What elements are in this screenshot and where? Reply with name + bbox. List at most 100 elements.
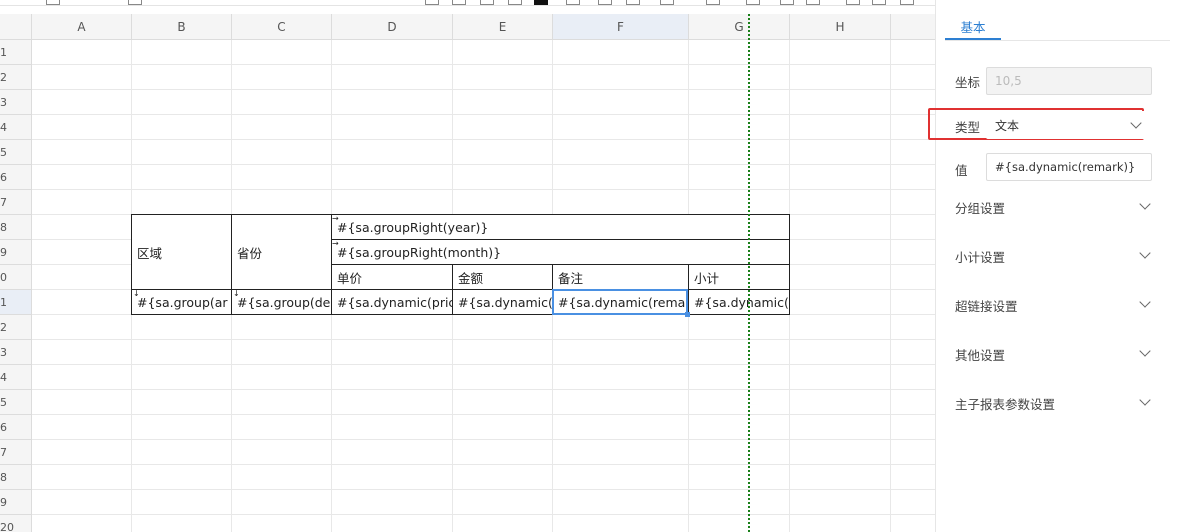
row-header[interactable]: 7 [0, 190, 32, 215]
type-select[interactable]: 文本 [986, 111, 1152, 139]
column-header-b[interactable]: B [132, 14, 232, 40]
gridline [32, 164, 935, 165]
row-header[interactable]: 8 [0, 465, 32, 490]
cell-g10-subtotal[interactable]: 小计 [689, 265, 789, 289]
column-header-e[interactable]: E [453, 14, 553, 40]
cell-d11[interactable]: #{sa.dynamic(pric [332, 290, 452, 314]
border-icon[interactable] [598, 0, 612, 5]
column-header-f[interactable]: F [553, 14, 689, 40]
row-header[interactable]: 5 [0, 140, 32, 165]
fill-color-icon[interactable] [566, 0, 580, 5]
section-label: 主子报表参数设置 [955, 397, 1056, 412]
value-input[interactable]: #{sa.dynamic(remark)} [986, 153, 1152, 181]
cell-c11[interactable]: #{sa.group(de [232, 290, 331, 314]
value-label: 值 [955, 163, 968, 178]
gridline [32, 389, 935, 390]
section-hyperlink-settings[interactable]: 超链接设置 [955, 296, 1155, 315]
cell-g11[interactable]: #{sa.dynamic( [689, 290, 789, 314]
italic-icon[interactable] [452, 0, 466, 5]
row-header[interactable]: 0 [0, 265, 32, 290]
toolbar-icon[interactable] [128, 0, 142, 5]
type-select-value: 文本 [995, 118, 1020, 133]
gridline [32, 114, 935, 115]
underline-icon[interactable] [480, 0, 494, 5]
fill-handle[interactable] [685, 312, 690, 317]
spreadsheet-area[interactable]: A B C D E F G H 1 2 3 4 5 6 7 8 9 0 1 2 … [0, 0, 935, 532]
column-header-g[interactable]: G [689, 14, 790, 40]
toolbar-icon[interactable] [46, 0, 60, 5]
expand-right-icon: → [332, 214, 339, 223]
cell-d8-year[interactable]: #{sa.groupRight(year)} [332, 215, 789, 239]
row-header[interactable]: 1 [0, 40, 32, 65]
row-header[interactable]: 4 [0, 115, 32, 140]
table-border [131, 214, 132, 315]
chevron-down-icon [1139, 247, 1151, 259]
row-header[interactable]: 2 [0, 315, 32, 340]
gridline [32, 339, 935, 340]
table-border [688, 264, 689, 315]
column-header-c[interactable]: C [232, 14, 332, 40]
freeze-icon[interactable] [780, 0, 794, 5]
row-header[interactable]: 5 [0, 390, 32, 415]
valign-icon[interactable] [706, 0, 720, 5]
row-header[interactable]: 6 [0, 415, 32, 440]
font-color-icon[interactable] [534, 0, 548, 5]
column-header-h[interactable]: H [790, 14, 891, 40]
row-header[interactable]: 6 [0, 165, 32, 190]
chart-icon[interactable] [872, 0, 886, 5]
row-header[interactable]: 3 [0, 90, 32, 115]
table-border [452, 264, 453, 315]
row-header[interactable]: 3 [0, 340, 32, 365]
section-other-settings[interactable]: 其他设置 [955, 345, 1155, 364]
section-subreport-params[interactable]: 主子报表参数设置 [955, 394, 1155, 413]
section-label: 分组设置 [955, 201, 1006, 216]
row-header[interactable]: 9 [0, 490, 32, 515]
page-break-line [748, 14, 750, 532]
cell-b8-region[interactable]: 区域 [132, 215, 231, 289]
column-header-a[interactable]: A [32, 14, 132, 40]
type-label: 类型 [955, 120, 981, 135]
formula-icon[interactable] [806, 0, 820, 5]
chevron-down-icon [1139, 296, 1151, 308]
cell-f10-remark[interactable]: 备注 [553, 265, 688, 289]
table-border [131, 289, 790, 290]
section-label: 超链接设置 [955, 299, 1018, 314]
table-border [231, 214, 232, 315]
table-border [131, 214, 790, 215]
cell-b11[interactable]: #{sa.group(ar [132, 290, 231, 314]
cell-d10-unit-price[interactable]: 单价 [332, 265, 452, 289]
select-all-corner[interactable] [0, 14, 32, 40]
gridline [32, 89, 935, 90]
strike-icon[interactable] [508, 0, 522, 5]
toolbar [0, 0, 935, 6]
cell-e11[interactable]: #{sa.dynamic( [453, 290, 552, 314]
gridline [32, 139, 935, 140]
cell-d9-month[interactable]: #{sa.groupRight(month)} [332, 240, 789, 264]
chevron-down-icon [1139, 345, 1151, 357]
gridline [32, 364, 935, 365]
cell-e10-amount[interactable]: 金额 [453, 265, 552, 289]
gridline [32, 64, 935, 65]
row-header[interactable]: 4 [0, 365, 32, 390]
expand-down-icon: ↓ [233, 289, 240, 298]
align-icon[interactable] [660, 0, 674, 5]
table-border [789, 214, 790, 315]
row-header[interactable]: 8 [0, 215, 32, 240]
row-header[interactable]: 7 [0, 440, 32, 465]
section-subtotal-settings[interactable]: 小计设置 [955, 247, 1155, 266]
row-header[interactable]: 9 [0, 240, 32, 265]
column-header-d[interactable]: D [332, 14, 453, 40]
wrap-icon[interactable] [746, 0, 760, 5]
cell-c8-province[interactable]: 省份 [232, 215, 331, 289]
merge-icon[interactable] [626, 0, 640, 5]
row-header[interactable]: 1 [0, 290, 32, 315]
row-header[interactable]: 2 [0, 65, 32, 90]
section-label: 其他设置 [955, 348, 1006, 363]
image-icon[interactable] [846, 0, 860, 5]
column-header-blank [891, 14, 935, 40]
bold-icon[interactable] [425, 0, 439, 5]
section-group-settings[interactable]: 分组设置 [955, 198, 1155, 217]
expand-down-icon: ↓ [133, 289, 140, 298]
row-header[interactable]: 20 [0, 515, 32, 532]
more-icon[interactable] [900, 0, 914, 5]
